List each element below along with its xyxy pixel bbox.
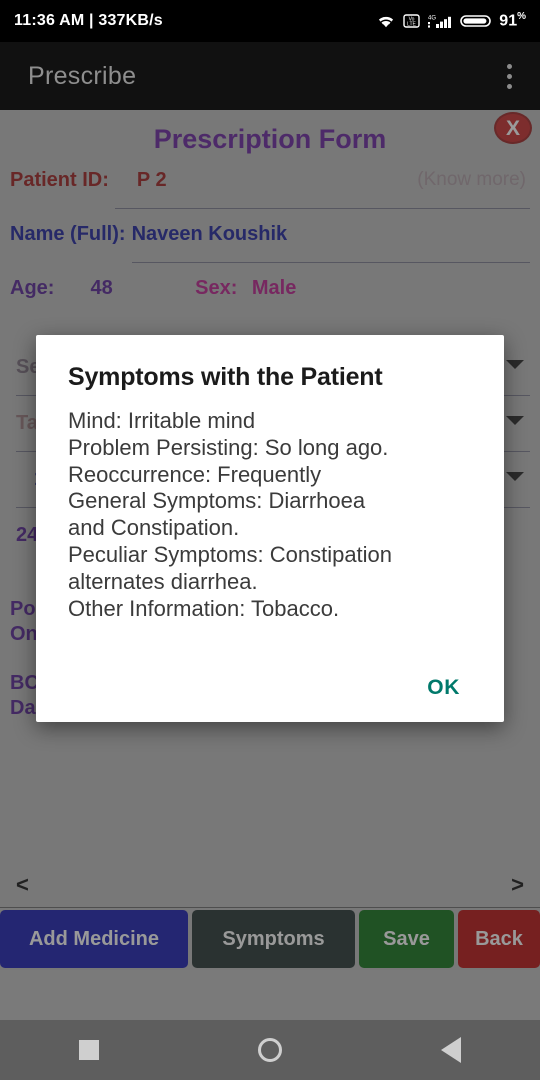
dialog-title: Symptoms with the Patient — [68, 363, 383, 391]
home-icon[interactable] — [257, 1038, 282, 1062]
wifi-icon — [379, 16, 394, 28]
svg-text:4G: 4G — [428, 15, 436, 21]
phone-screen: 11:36 AM | 337KB/s Vo LTE 4G 91% Prescri… — [0, 0, 540, 1080]
symptoms-dialog: Symptoms with the Patient Mind: Irritabl… — [36, 335, 504, 722]
volte-icon: Vo LTE — [403, 14, 420, 28]
dot — [507, 63, 512, 69]
status-time-network: 11:36 AM | 337KB/s — [14, 12, 163, 29]
app-bar: Prescribe — [0, 42, 540, 110]
android-nav-bar — [0, 1020, 540, 1080]
overflow-menu-icon[interactable] — [499, 58, 520, 95]
status-bar: 11:36 AM | 337KB/s Vo LTE 4G 91% — [0, 0, 540, 42]
app-bar-title: Prescribe — [28, 61, 137, 90]
svg-text:LTE: LTE — [407, 21, 416, 27]
signal-4g-icon: 4G — [428, 15, 452, 28]
recents-icon[interactable] — [79, 1040, 100, 1060]
dot — [507, 83, 512, 89]
ok-button[interactable]: OK — [417, 670, 470, 706]
status-icons: Vo LTE 4G 91% — [376, 11, 526, 30]
dot — [507, 73, 512, 79]
dialog-message: Mind: Irritable mind Problem Persisting:… — [68, 408, 393, 621]
dialog-actions: OK — [68, 656, 472, 722]
back-icon[interactable] — [440, 1037, 461, 1063]
battery-icon — [460, 15, 492, 27]
battery-percent: 91% — [499, 11, 526, 30]
